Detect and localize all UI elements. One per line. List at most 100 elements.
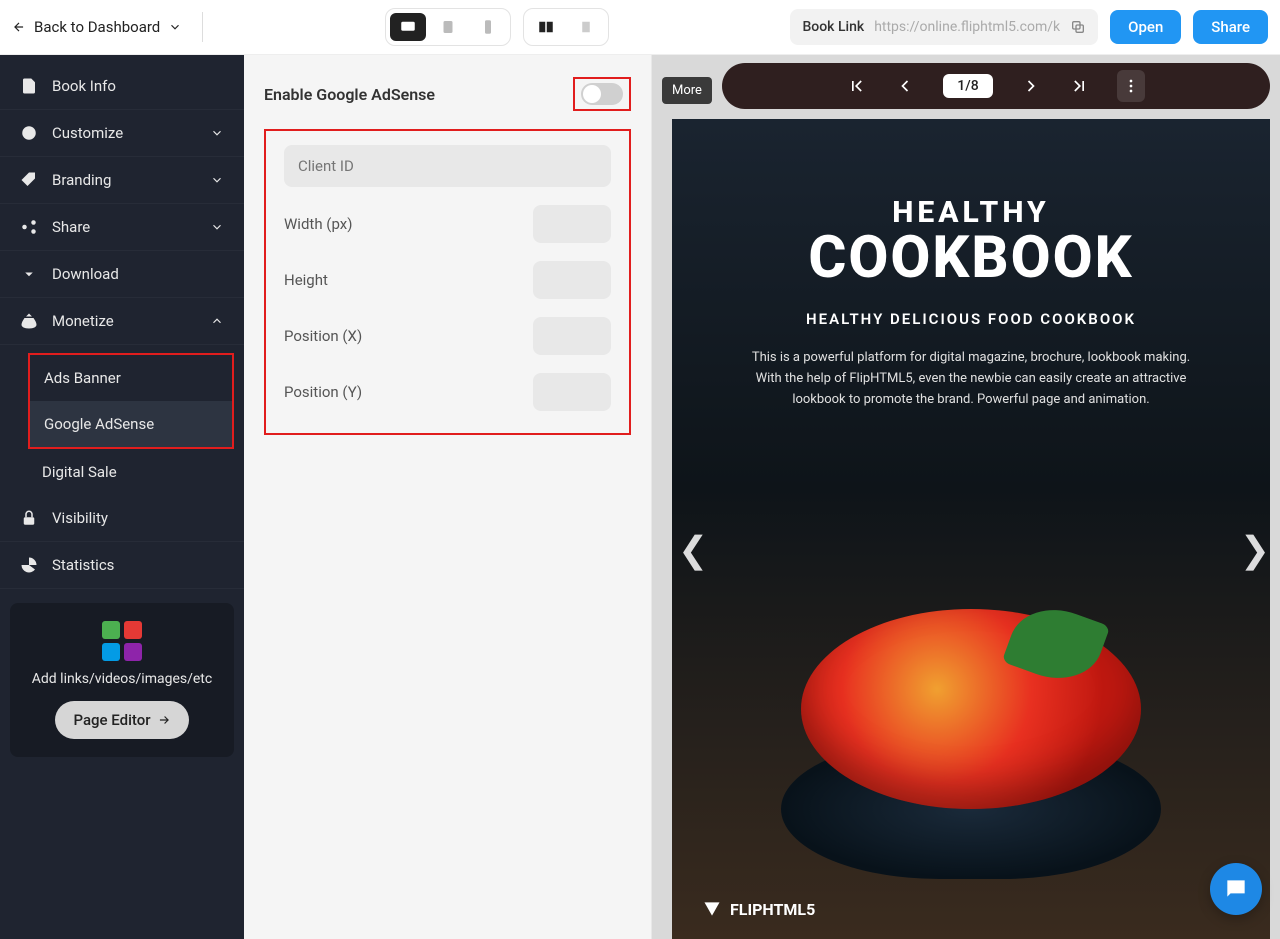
next-page-icon[interactable] xyxy=(1021,76,1041,96)
book-description: This is a powerful platform for digital … xyxy=(751,348,1191,410)
device-phone-button[interactable] xyxy=(470,13,506,41)
sidebar-item-label: Download xyxy=(52,265,119,283)
sidebar-item-ads-banner[interactable]: Ads Banner xyxy=(30,355,232,401)
sidebar-item-label: Monetize xyxy=(52,312,114,330)
promo-icons xyxy=(92,621,152,661)
back-to-dashboard-link[interactable]: Back to Dashboard xyxy=(12,12,203,42)
sidebar-item-statistics[interactable]: Statistics xyxy=(0,542,244,589)
double-page-icon xyxy=(535,18,557,36)
device-tablet-button[interactable] xyxy=(430,13,466,41)
sidebar-item-customize[interactable]: Customize xyxy=(0,110,244,157)
sidebar-item-share[interactable]: Share xyxy=(0,204,244,251)
spread-double-button[interactable] xyxy=(528,13,564,41)
book-title-big: COOKBOOK xyxy=(808,224,1133,292)
position-x-label: Position (X) xyxy=(284,327,362,345)
palette-icon xyxy=(20,124,38,142)
adsense-config-panel: Enable Google AdSense Width (px) Height … xyxy=(244,55,652,939)
desktop-icon xyxy=(397,18,419,36)
last-page-icon[interactable] xyxy=(1069,76,1089,96)
tag-icon xyxy=(20,171,38,189)
sidebar-item-monetize[interactable]: Monetize xyxy=(0,298,244,345)
sidebar-item-label: Customize xyxy=(52,124,123,142)
chevron-down-icon xyxy=(210,126,224,140)
money-bag-icon xyxy=(20,312,38,330)
brand-icon xyxy=(702,899,722,919)
phone-icon xyxy=(477,18,499,36)
sidebar-item-google-adsense[interactable]: Google AdSense xyxy=(30,401,232,447)
height-input[interactable] xyxy=(533,261,611,299)
sidebar-item-visibility[interactable]: Visibility xyxy=(0,495,244,542)
chevron-down-icon xyxy=(210,220,224,234)
sidebar-item-label: Branding xyxy=(52,171,111,189)
book-subtitle: HEALTHY DELICIOUS FOOD COOKBOOK xyxy=(672,310,1270,328)
sidebar-item-label: Ads Banner xyxy=(44,369,121,387)
device-preview-group xyxy=(385,8,511,46)
share-button[interactable]: Share xyxy=(1193,10,1268,44)
sidebar-item-label: Visibility xyxy=(52,509,108,527)
tablet-icon xyxy=(437,18,459,36)
open-button[interactable]: Open xyxy=(1110,10,1181,44)
sidebar: Book Info Customize Branding Share Downl… xyxy=(0,55,244,939)
spread-preview-group xyxy=(523,8,609,46)
enable-toggle-highlight xyxy=(573,77,631,111)
viewer-menu-button[interactable] xyxy=(1117,70,1145,102)
arrow-left-icon xyxy=(12,20,26,34)
spread-single-button[interactable] xyxy=(568,13,604,41)
book-cover-image xyxy=(751,559,1191,879)
position-y-label: Position (Y) xyxy=(284,383,362,401)
width-label: Width (px) xyxy=(284,215,352,233)
book-next-arrow[interactable]: ❯ xyxy=(1240,529,1270,571)
client-id-input[interactable] xyxy=(284,145,611,187)
book-prev-arrow[interactable]: ❮ xyxy=(678,529,708,571)
viewer-toolbar: 1/8 xyxy=(722,63,1270,109)
arrow-right-icon xyxy=(157,713,171,727)
copy-icon[interactable] xyxy=(1070,19,1086,35)
enable-adsense-toggle[interactable] xyxy=(581,83,623,105)
chevron-up-icon xyxy=(210,314,224,328)
first-page-icon[interactable] xyxy=(847,76,867,96)
more-button[interactable]: More xyxy=(662,77,712,104)
kebab-icon xyxy=(1121,76,1141,96)
page-indicator[interactable]: 1/8 xyxy=(943,74,992,98)
adsense-form-highlight: Width (px) Height Position (X) Position … xyxy=(264,129,631,435)
width-input[interactable] xyxy=(533,205,611,243)
height-label: Height xyxy=(284,271,328,289)
enable-adsense-label: Enable Google AdSense xyxy=(264,85,435,104)
chat-icon xyxy=(1223,876,1249,902)
brand-label: FLIPHTML5 xyxy=(730,900,815,919)
book-link-url[interactable]: https://online.fliphtml5.com/k xyxy=(874,19,1060,35)
page-editor-label: Page Editor xyxy=(73,711,150,729)
sidebar-item-label: Digital Sale xyxy=(42,463,117,481)
sidebar-item-digital-sale[interactable]: Digital Sale xyxy=(0,449,244,495)
sidebar-item-branding[interactable]: Branding xyxy=(0,157,244,204)
lock-icon xyxy=(20,509,38,527)
book-link-box: Book Link https://online.fliphtml5.com/k xyxy=(790,9,1098,45)
back-label: Back to Dashboard xyxy=(34,18,160,36)
top-bar: Back to Dashboard Book Link https://onli… xyxy=(0,0,1280,55)
monetize-submenu-highlight: Ads Banner Google AdSense xyxy=(28,353,234,449)
sidebar-item-label: Book Info xyxy=(52,77,116,95)
download-icon xyxy=(20,265,38,283)
chevron-down-icon xyxy=(168,20,182,34)
prev-page-icon[interactable] xyxy=(895,76,915,96)
sidebar-item-download[interactable]: Download xyxy=(0,251,244,298)
position-y-input[interactable] xyxy=(533,373,611,411)
position-x-input[interactable] xyxy=(533,317,611,355)
page-editor-button[interactable]: Page Editor xyxy=(55,701,188,739)
chevron-down-icon xyxy=(210,173,224,187)
device-desktop-button[interactable] xyxy=(390,13,426,41)
file-icon xyxy=(20,77,38,95)
book-title: HEALTHY COOKBOOK xyxy=(672,195,1270,292)
single-page-icon xyxy=(575,18,597,36)
book-brand: FLIPHTML5 xyxy=(702,899,815,919)
book-cover-preview: HEALTHY COOKBOOK HEALTHY DELICIOUS FOOD … xyxy=(672,119,1270,939)
sidebar-item-label: Google AdSense xyxy=(44,415,154,433)
sidebar-item-label: Statistics xyxy=(52,556,114,574)
sidebar-item-book-info[interactable]: Book Info xyxy=(0,63,244,110)
book-preview-area: More 1/8 HEALTHY COOKBOOK HEALTHY DELICI… xyxy=(652,55,1280,939)
page-editor-promo: Add links/videos/images/etc Page Editor xyxy=(10,603,234,757)
sidebar-item-label: Share xyxy=(52,218,90,236)
chat-support-button[interactable] xyxy=(1210,863,1262,915)
book-link-label: Book Link xyxy=(802,19,864,35)
promo-text: Add links/videos/images/etc xyxy=(18,671,226,687)
